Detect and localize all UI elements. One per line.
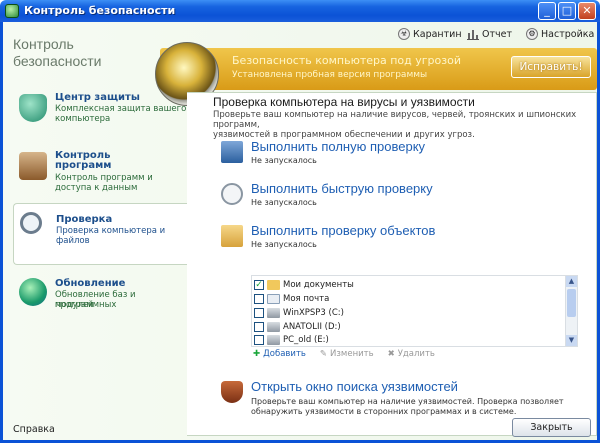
vulnerability-scan-item[interactable]: Открыть окно поиска уязвимостей Проверьт… [221, 379, 591, 423]
stopwatch-icon [221, 183, 243, 205]
panel-description: Проверьте ваш компьютер на наличие вирус… [213, 110, 577, 140]
report-icon [467, 29, 479, 40]
quick-scan-item[interactable]: Выполнить быструю проверку Не запускалос… [221, 181, 591, 211]
maximize-button[interactable]: □ [558, 2, 576, 20]
help-link[interactable]: Справка [13, 424, 55, 435]
checkbox[interactable]: ✓ [254, 280, 264, 290]
checkbox[interactable] [254, 294, 264, 304]
fix-button[interactable]: Исправить! [511, 56, 591, 78]
magnifier-icon [20, 212, 42, 234]
banner-subtitle: Установлена пробная версия программы [232, 70, 428, 80]
sidebar-item-scan[interactable]: Проверка Проверка компьютера и файлов [13, 203, 187, 265]
checkbox[interactable] [254, 308, 264, 318]
list-item[interactable]: ✓ Мои документы [254, 278, 354, 292]
add-object-button[interactable]: ✚ Добавить [253, 349, 306, 359]
list-actions: ✚ Добавить ✎ Изменить ✖ Удалить [253, 349, 435, 359]
app-window: Контроль безопасности ☣ Карантин Отчет ⚙… [0, 22, 600, 443]
computer-icon [221, 141, 243, 163]
sidebar-item-protection-center[interactable]: Центр защиты Комплексная защита вашего к… [13, 90, 187, 142]
list-item[interactable]: Моя почта [254, 292, 329, 306]
drive-icon [267, 308, 280, 318]
scroll-thumb[interactable] [567, 289, 576, 317]
close-button[interactable]: Закрыть [512, 418, 591, 437]
full-scan-item[interactable]: Выполнить полную проверку Не запускалось [221, 139, 591, 169]
scan-panel: Проверка компьютера на вирусы и уязвимос… [187, 92, 597, 436]
drive-icon [267, 322, 280, 332]
list-scrollbar[interactable]: ▲ ▼ [565, 276, 577, 346]
security-alert-banner: Безопасность компьютера под угрозой Уста… [160, 48, 597, 90]
delete-x-icon: ✖ [387, 349, 395, 359]
object-scan-item[interactable]: Выполнить проверку объектов Не запускало… [221, 223, 591, 253]
full-scan-link[interactable]: Выполнить полную проверку [251, 139, 425, 154]
vulnerability-scan-link[interactable]: Открыть окно поиска уязвимостей [251, 379, 458, 394]
house-icon [19, 152, 47, 180]
minimize-button[interactable]: _ [538, 2, 556, 20]
banner-title: Безопасность компьютера под угрозой [232, 54, 461, 67]
vulnerability-shield-icon [221, 381, 243, 403]
pencil-icon: ✎ [319, 349, 328, 359]
quick-scan-link[interactable]: Выполнить быструю проверку [251, 181, 433, 196]
app-title: Контроль безопасности [13, 36, 102, 69]
settings-link[interactable]: ⚙ Настройка [526, 27, 594, 41]
shield-icon [19, 94, 47, 122]
close-window-button[interactable]: ✕ [578, 2, 596, 20]
sidebar-item-program-control[interactable]: Контроль программ Контроль программ и до… [13, 148, 187, 202]
plus-icon: ✚ [253, 349, 261, 359]
delete-object-button[interactable]: ✖ Удалить [388, 349, 435, 359]
list-item[interactable]: ANATOLII (D:) [254, 320, 341, 334]
report-link[interactable]: Отчет [467, 27, 512, 41]
gear-icon: ⚙ [526, 28, 538, 40]
sidebar-item-update[interactable]: Обновление Обновление баз и программных … [13, 274, 187, 320]
object-scan-link[interactable]: Выполнить проверку объектов [251, 223, 435, 238]
folder-icon [267, 280, 280, 290]
scroll-down-arrow-icon[interactable]: ▼ [566, 335, 577, 346]
folder-search-icon [221, 225, 243, 247]
scroll-up-arrow-icon[interactable]: ▲ [566, 276, 577, 287]
list-item[interactable]: WinXPSP3 (C:) [254, 306, 344, 320]
mail-icon [267, 294, 280, 304]
drive-icon [267, 335, 280, 345]
window-title: Контроль безопасности [24, 4, 176, 17]
globe-icon [19, 278, 47, 306]
quarantine-link[interactable]: ☣ Карантин [398, 27, 462, 41]
checkbox[interactable] [254, 335, 264, 345]
scan-objects-list[interactable]: ✓ Мои документы Моя почта WinXPSP3 (C:) … [251, 275, 578, 347]
edit-object-button[interactable]: ✎ Изменить [320, 349, 374, 359]
list-item[interactable]: PC_old (E:) [254, 333, 329, 347]
panel-title: Проверка компьютера на вирусы и уязвимос… [213, 95, 475, 109]
app-icon [5, 4, 19, 18]
checkbox[interactable] [254, 322, 264, 332]
title-bar[interactable]: Контроль безопасности _ □ ✕ [0, 0, 600, 22]
quarantine-icon: ☣ [398, 28, 410, 40]
